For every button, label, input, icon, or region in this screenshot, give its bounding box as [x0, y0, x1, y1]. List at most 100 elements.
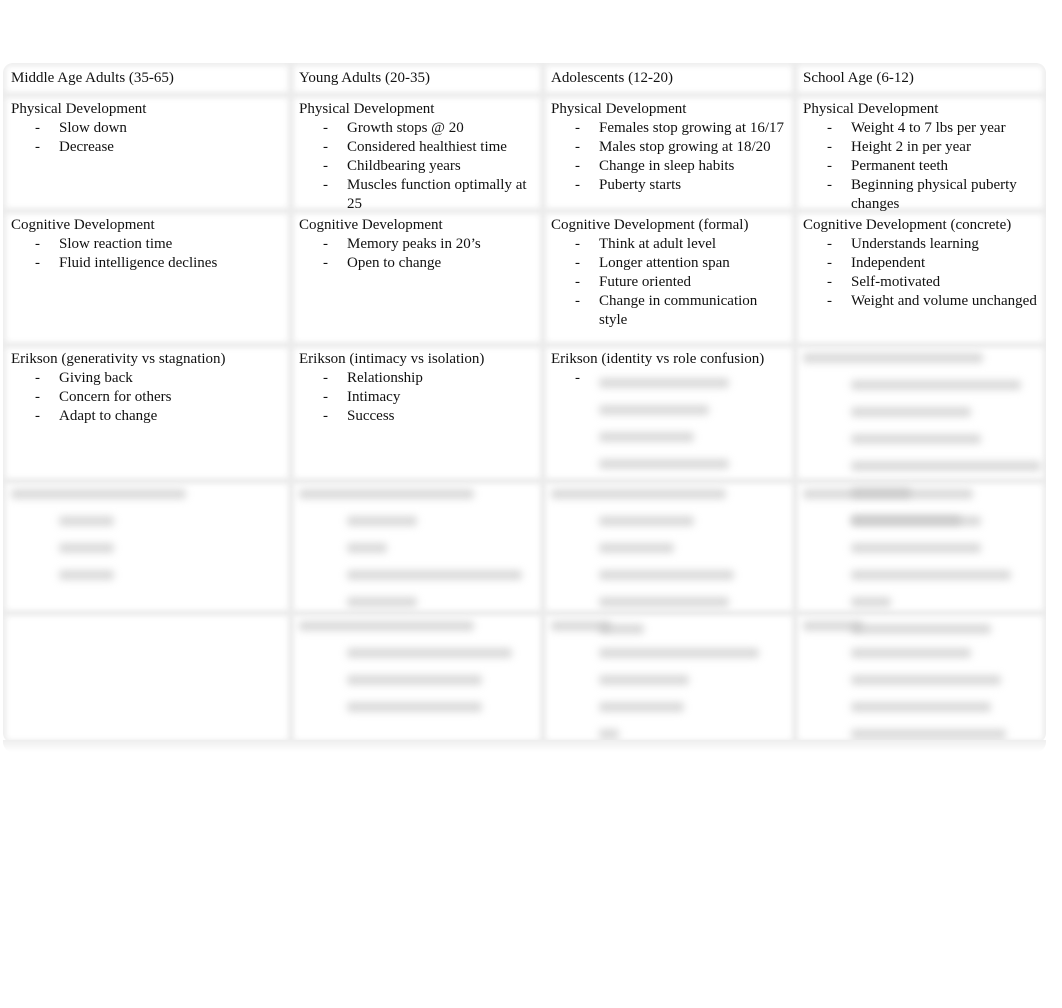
- development-table: Middle Age Adults (35-65) Young Adults (…: [3, 63, 1046, 743]
- list-item-text: Beginning physical puberty changes: [851, 177, 1017, 212]
- list-item-text: Giving back: [59, 370, 133, 386]
- list-item-text: Considered healthiest time: [347, 139, 507, 155]
- list-item-text: Puberty starts: [599, 177, 682, 193]
- list-item: - Puberty starts: [551, 176, 795, 195]
- list-item-text: Slow down: [59, 120, 127, 136]
- cell-row5-blurred: [3, 481, 291, 613]
- list-item-text: Change in sleep habits: [599, 158, 735, 174]
- list-item: - Weight and volume unchanged: [803, 292, 1046, 311]
- blurred-content: [11, 486, 291, 586]
- header-adolescents: Adolescents (12-20): [543, 63, 795, 95]
- dash-bullet-icon: -: [575, 158, 580, 174]
- section-title: Erikson (identity vs role confusion): [551, 351, 765, 367]
- cell-cognitive: Cognitive Development (concrete) - Underst…: [795, 211, 1046, 345]
- dash-bullet-icon: -: [575, 177, 580, 193]
- dash-bullet-icon: -: [35, 389, 40, 405]
- dash-bullet-icon: -: [575, 293, 580, 309]
- dash-bullet-icon: -: [35, 370, 40, 386]
- bullet-list: - Females stop growing at 16/17 - Males sto…: [551, 119, 795, 195]
- list-item: - Giving back: [11, 369, 291, 388]
- list-item: - Adapt to change: [11, 407, 291, 426]
- cell-cognitive: Cognitive Development - Memory peaks in 20…: [291, 211, 543, 345]
- blurred-content: [599, 375, 729, 475]
- blurred-content: [299, 618, 543, 718]
- cell-row5-blurred: [795, 481, 1046, 634]
- cell-physical: Physical Development - Growth stops @ 20 - C…: [291, 95, 543, 212]
- list-item: - Males stop growing at 18/20: [551, 138, 795, 157]
- table-shadow: [3, 740, 1046, 752]
- list-item: - Weight 4 to 7 lbs per year: [803, 119, 1046, 138]
- column-header: Middle Age Adults (35-65): [11, 70, 174, 86]
- dash-bullet-icon: -: [827, 177, 832, 193]
- list-item: - Understands learning: [803, 235, 1046, 254]
- list-item-text: Independent: [851, 255, 926, 271]
- list-item: - Intimacy: [299, 388, 543, 407]
- dash-bullet-icon: -: [575, 255, 580, 271]
- dash-bullet-icon: -: [323, 236, 328, 252]
- list-item-text: Open to change: [347, 255, 442, 271]
- list-item-text: Relationship: [347, 370, 423, 386]
- list-item: - Independent: [803, 254, 1046, 273]
- cell-physical: Physical Development - Females stop growin…: [543, 95, 795, 211]
- dash-bullet-icon: -: [323, 158, 328, 174]
- list-item-text: Longer attention span: [599, 255, 730, 271]
- dash-bullet-icon: -: [827, 293, 832, 309]
- header-middle-age: Middle Age Adults (35-65): [3, 63, 291, 95]
- blurred-content: [299, 486, 543, 613]
- list-item: - Success: [299, 407, 543, 426]
- list-item: - Change in communication style: [551, 292, 795, 330]
- list-item-text: Females stop growing at 16/17: [599, 120, 784, 136]
- list-item: - Change in sleep habits: [551, 157, 795, 176]
- column-header: School Age (6-12): [803, 70, 914, 86]
- list-item: - Relationship: [299, 369, 543, 388]
- cell-cognitive: Cognitive Development - Slow reaction time…: [3, 211, 291, 345]
- list-item: - Height 2 in per year: [803, 138, 1046, 157]
- list-item-text: Future oriented: [599, 274, 692, 290]
- bullet-list: - Understands learning - Independent - Self-m…: [803, 235, 1046, 311]
- list-item-text: Intimacy: [347, 389, 401, 405]
- dash-bullet-icon: -: [323, 120, 328, 136]
- dash-bullet-icon: -: [827, 255, 832, 271]
- dash-bullet-icon: -: [827, 139, 832, 155]
- bullet-list: - Weight 4 to 7 lbs per year - Height 2 in …: [803, 119, 1046, 214]
- list-item-text: Self-motivated: [851, 274, 941, 290]
- list-item: - Growth stops @ 20: [299, 119, 543, 138]
- section-title: Cognitive Development (concrete): [803, 217, 1012, 233]
- dash-bullet-icon: -: [323, 177, 328, 193]
- section-title: Erikson (generativity vs stagnation): [11, 351, 226, 367]
- list-item: - Permanent teeth: [803, 157, 1046, 176]
- list-item: - Concern for others: [11, 388, 291, 407]
- bullet-list: - Slow reaction time - Fluid intelligence d…: [11, 235, 291, 273]
- list-item: - Slow down: [11, 119, 291, 138]
- dash-bullet-icon: -: [35, 255, 40, 271]
- dash-bullet-icon: -: [575, 139, 580, 155]
- bullet-list: - Giving back - Concern for others - Adapt to…: [11, 369, 291, 426]
- list-item-text: Weight and volume unchanged: [851, 293, 1037, 309]
- dash-bullet-icon: -: [575, 370, 580, 386]
- section-title: Physical Development: [803, 101, 939, 117]
- section-title: Cognitive Development: [11, 217, 155, 233]
- section-title: Physical Development: [11, 101, 147, 117]
- list-item-text: Weight 4 to 7 lbs per year: [851, 120, 1006, 136]
- dash-bullet-icon: -: [323, 255, 328, 271]
- dash-bullet-icon: -: [323, 370, 328, 386]
- dash-bullet-icon: -: [323, 139, 328, 155]
- dash-bullet-icon: -: [35, 408, 40, 424]
- list-item: - Childbearing years: [299, 157, 543, 176]
- bullet-list: - Slow down - Decrease: [11, 119, 291, 157]
- cell-row5-blurred: [291, 481, 543, 613]
- list-item: - Decrease: [11, 138, 291, 157]
- section-title: Erikson (intimacy vs isolation): [299, 351, 485, 367]
- bullet-list: - Think at adult level - Longer attention s…: [551, 235, 795, 330]
- list-item-text: Understands learning: [851, 236, 979, 252]
- list-item-text: Males stop growing at 18/20: [599, 139, 771, 155]
- dash-bullet-icon: -: [323, 408, 328, 424]
- dash-bullet-icon: -: [827, 274, 832, 290]
- cell-physical: Physical Development - Slow down - Decrease: [3, 95, 291, 211]
- dash-bullet-icon: -: [575, 236, 580, 252]
- list-item-text: Permanent teeth: [851, 158, 949, 174]
- list-item-text: Childbearing years: [347, 158, 461, 174]
- list-item: - Memory peaks in 20’s: [299, 235, 543, 254]
- dash-bullet-icon: -: [35, 120, 40, 136]
- cell-erikson-blurred: [795, 345, 1046, 525]
